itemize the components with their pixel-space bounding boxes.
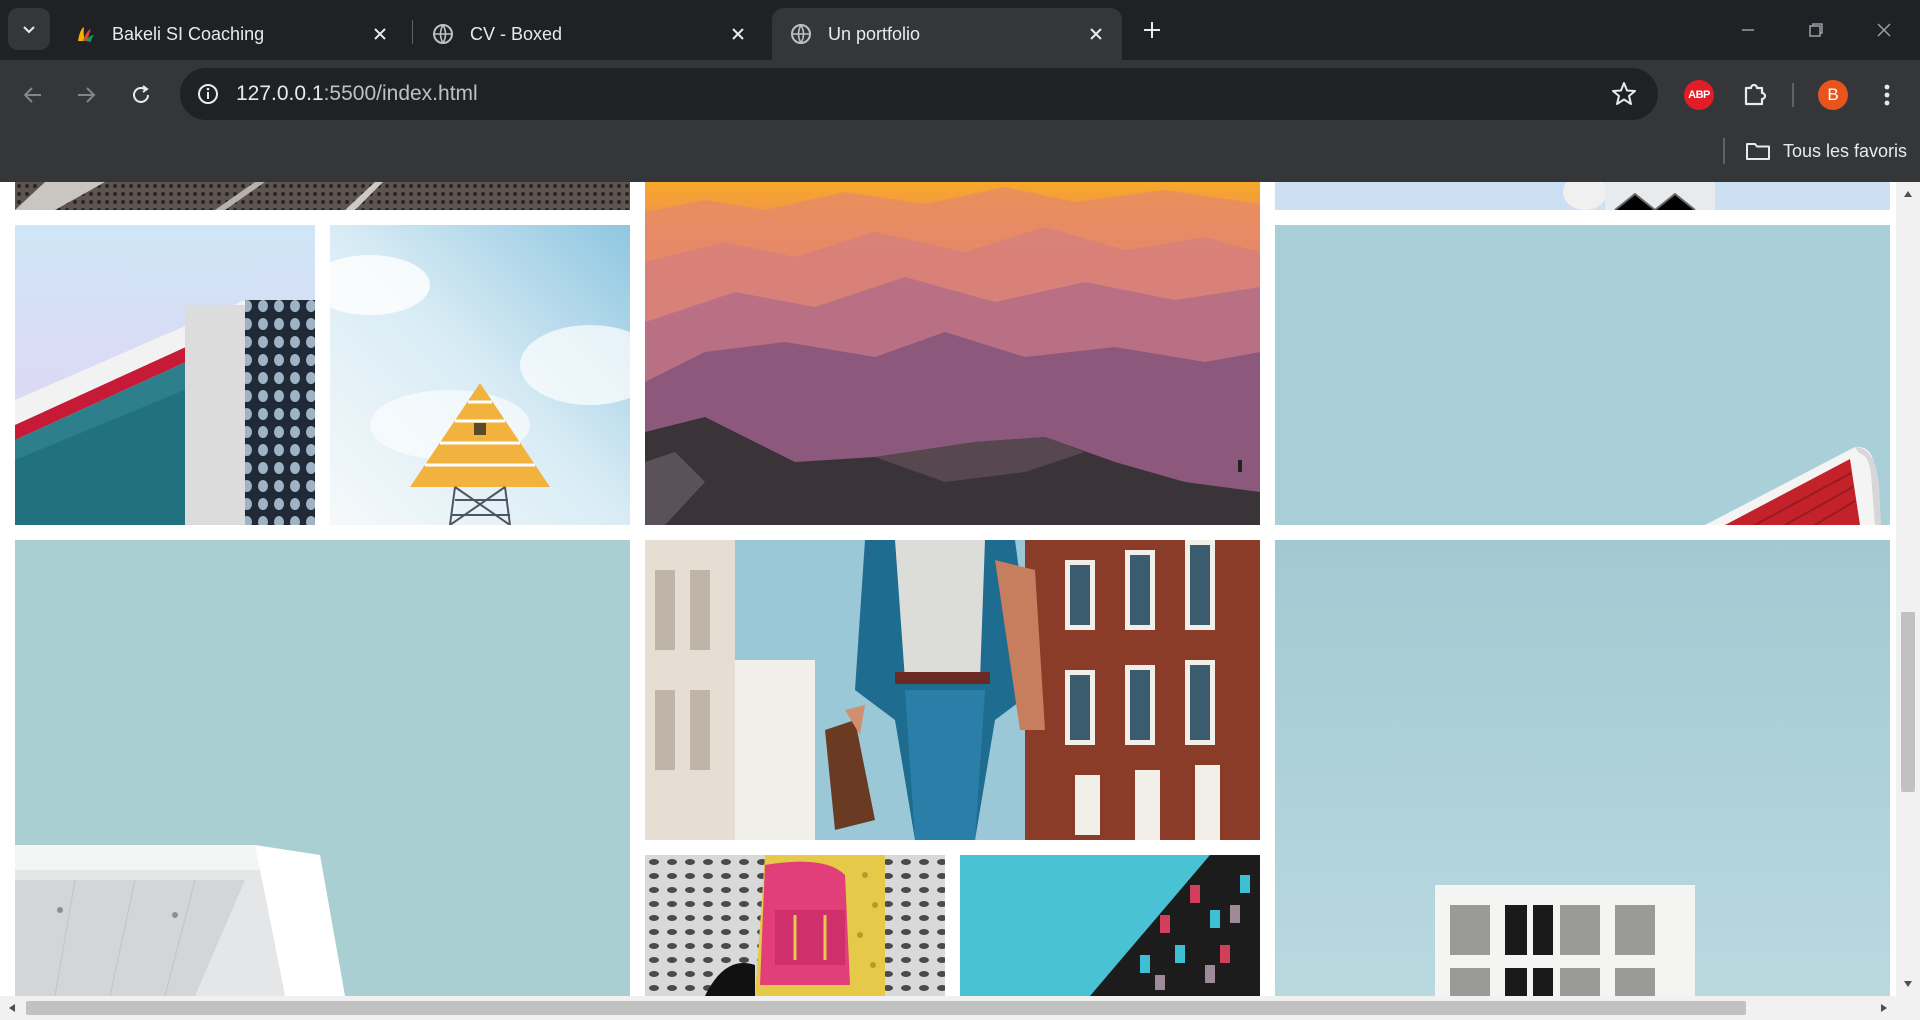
tab-title: Bakeli SI Coaching: [112, 23, 265, 44]
tab-un-portfolio[interactable]: Un portfolio: [772, 8, 1122, 60]
caret-right-icon: [1881, 1004, 1887, 1012]
pink-backpack-photo[interactable]: [645, 855, 945, 996]
plus-icon: [1144, 22, 1160, 38]
tab-separator: [412, 20, 413, 44]
url-path: :5500/index.html: [323, 82, 478, 105]
caret-up-icon: [1904, 191, 1912, 197]
close-icon: [1877, 23, 1891, 37]
close-tab-button[interactable]: [366, 20, 394, 48]
adblock-plus-extension-button[interactable]: ABP: [1684, 80, 1714, 110]
restore-icon: [1809, 23, 1823, 37]
vertical-scroll-thumb[interactable]: [1901, 612, 1915, 792]
horizontal-scroll-thumb[interactable]: [26, 1001, 1746, 1015]
sunset-mountains-photo[interactable]: [645, 182, 1260, 525]
tab-search-button[interactable]: [8, 8, 50, 50]
site-info-icon[interactable]: [194, 80, 222, 108]
close-icon: [732, 28, 744, 40]
chevron-down-icon: [23, 26, 35, 34]
arrow-right-icon: [78, 87, 96, 103]
url-host: 127.0.0.1: [236, 82, 324, 105]
bookmarks-separator: [1723, 138, 1725, 164]
caret-left-icon: [9, 1004, 15, 1012]
arrow-left-icon: [23, 87, 41, 103]
reload-icon: [133, 85, 149, 103]
bookmarks-bar: [0, 130, 1920, 182]
minimize-button[interactable]: [1714, 0, 1782, 60]
address-bar[interactable]: 127.0.0.1:5500/index.html: [180, 68, 1658, 120]
close-tab-button[interactable]: [1082, 20, 1110, 48]
vertical-scrollbar[interactable]: [1896, 182, 1920, 996]
perforated-facade-photo[interactable]: [15, 182, 630, 210]
forward-button[interactable]: [66, 75, 106, 115]
tab-title: CV - Boxed: [470, 23, 563, 44]
toolbar-separator: [1792, 83, 1794, 107]
tab-cv-boxed[interactable]: CV - Boxed: [414, 8, 764, 60]
horizontal-scrollbar[interactable]: [0, 996, 1920, 1020]
rooftop-sign-photo[interactable]: [1275, 182, 1890, 210]
red-white-building-corner-photo[interactable]: [1275, 225, 1890, 525]
scroll-left-button[interactable]: [0, 996, 24, 1020]
close-tab-button[interactable]: [724, 20, 752, 48]
tab-bakeli[interactable]: Bakeli SI Coaching: [56, 8, 406, 60]
caret-down-icon: [1904, 981, 1912, 987]
bakeli-logo-icon: [78, 27, 94, 42]
bookmark-star-icon[interactable]: [1610, 80, 1638, 108]
url-text[interactable]: 127.0.0.1:5500/index.html: [236, 82, 478, 106]
close-icon: [1090, 28, 1102, 40]
white-building-windows-photo[interactable]: [1275, 540, 1890, 996]
page-viewport[interactable]: [0, 182, 1920, 1020]
scroll-right-button[interactable]: [1872, 996, 1896, 1020]
white-canopy-photo[interactable]: [15, 540, 630, 996]
tab-title: Un portfolio: [828, 23, 921, 44]
restore-button[interactable]: [1782, 0, 1850, 60]
globe-icon: [791, 24, 811, 44]
browser-toolbar: 127.0.0.1:5500/index.html: [0, 60, 1920, 130]
extensions-puzzle-icon[interactable]: [1738, 78, 1772, 112]
pyramid-tower-photo[interactable]: [330, 225, 630, 525]
reload-button[interactable]: [121, 75, 161, 115]
globe-icon: [433, 24, 453, 44]
scroll-down-button[interactable]: [1896, 972, 1920, 996]
close-window-button[interactable]: [1850, 0, 1918, 60]
profile-avatar-button[interactable]: B: [1818, 80, 1848, 110]
colorful-facade-photo[interactable]: [960, 855, 1260, 996]
new-tab-button[interactable]: [1134, 12, 1170, 48]
folder-icon: [1746, 143, 1770, 160]
close-icon: [374, 28, 386, 40]
minimize-icon: [1742, 29, 1754, 31]
tab-strip: Bakeli SI Coaching CV - Boxed Un portfol…: [0, 0, 1920, 60]
back-button[interactable]: [13, 75, 53, 115]
all-bookmarks-button[interactable]: Tous les favoris: [1745, 136, 1907, 166]
man-in-blue-suit-photo[interactable]: [645, 540, 1260, 840]
all-bookmarks-label: Tous les favoris: [1783, 140, 1908, 161]
red-roof-building-photo[interactable]: [15, 225, 315, 525]
scroll-up-button[interactable]: [1896, 182, 1920, 206]
kebab-menu-icon[interactable]: [1870, 78, 1904, 112]
